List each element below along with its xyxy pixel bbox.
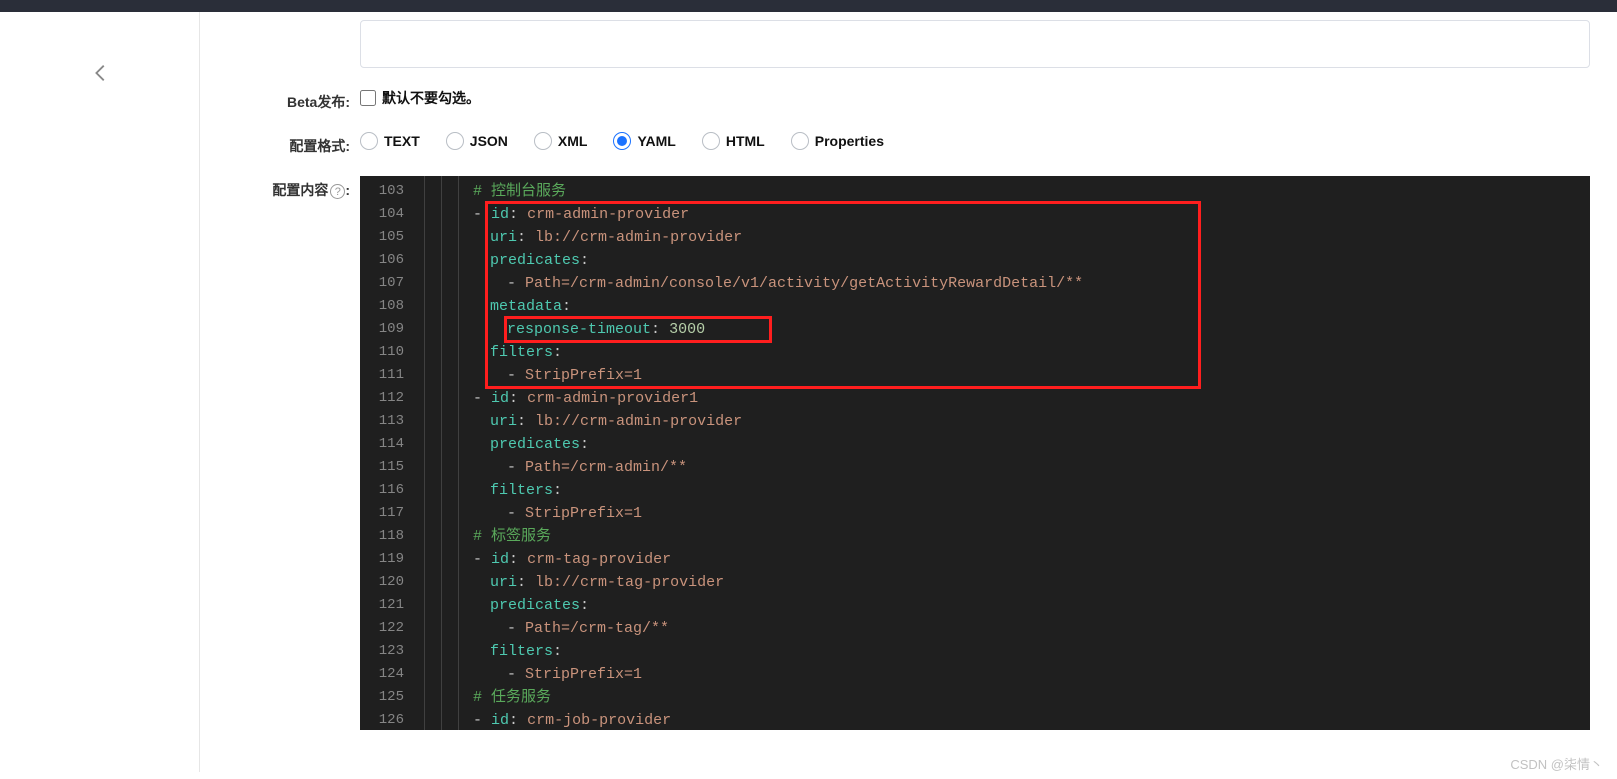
line-number: 116 — [360, 479, 422, 502]
code-line: # 控制台服务 — [422, 180, 1590, 203]
code-line: filters: — [422, 341, 1590, 364]
chevron-left-icon — [90, 62, 112, 84]
format-radio-yaml[interactable]: YAML — [613, 132, 675, 150]
line-number: 107 — [360, 272, 422, 295]
line-number: 106 — [360, 249, 422, 272]
line-number: 120 — [360, 571, 422, 594]
code-line: predicates: — [422, 433, 1590, 456]
line-number: 126 — [360, 709, 422, 730]
code-line: predicates: — [422, 249, 1590, 272]
line-number: 109 — [360, 318, 422, 341]
radio-circle-icon — [360, 132, 378, 150]
code-line: uri: lb://crm-tag-provider — [422, 571, 1590, 594]
code-line: - StripPrefix=1 — [422, 502, 1590, 525]
beta-checkbox-text: 默认不要勾选。 — [382, 88, 480, 108]
row-content: 配置内容?: 103104105106107108109110111112113… — [220, 176, 1617, 730]
line-number: 124 — [360, 663, 422, 686]
code-line: response-timeout: 3000 — [422, 318, 1590, 341]
line-number: 119 — [360, 548, 422, 571]
content-label: 配置内容?: — [220, 176, 360, 200]
code-line: filters: — [422, 640, 1590, 663]
radio-circle-icon — [534, 132, 552, 150]
line-number: 121 — [360, 594, 422, 617]
left-sidebar — [0, 12, 200, 772]
code-line: - Path=/crm-admin/console/v1/activity/ge… — [422, 272, 1590, 295]
code-line: - Path=/crm-admin/** — [422, 456, 1590, 479]
format-radio-json[interactable]: JSON — [446, 132, 508, 150]
window-topbar — [0, 0, 1617, 12]
line-number: 123 — [360, 640, 422, 663]
format-radio-group: TEXT JSON XML YAML HTML Properties — [360, 132, 1617, 150]
radio-circle-icon — [702, 132, 720, 150]
radio-label: YAML — [637, 133, 675, 149]
beta-checkbox[interactable] — [360, 90, 376, 106]
large-text-input[interactable] — [360, 20, 1590, 68]
beta-label: Beta发布: — [220, 88, 360, 112]
line-number: 112 — [360, 387, 422, 410]
format-label: 配置格式: — [220, 132, 360, 156]
line-number-gutter: 1031041051061071081091101111121131141151… — [360, 176, 422, 730]
code-line: metadata: — [422, 295, 1590, 318]
format-radio-html[interactable]: HTML — [702, 132, 765, 150]
help-icon[interactable]: ? — [330, 184, 345, 199]
radio-label: HTML — [726, 133, 765, 149]
line-number: 118 — [360, 525, 422, 548]
code-line: - id: crm-tag-provider — [422, 548, 1590, 571]
code-line: uri: lb://crm-admin-provider — [422, 410, 1590, 433]
code-line: - id: crm-job-provider — [422, 709, 1590, 730]
code-line: - Path=/crm-tag/** — [422, 617, 1590, 640]
row-format: 配置格式: TEXT JSON XML YAML HTML Properties — [220, 132, 1617, 156]
format-radio-properties[interactable]: Properties — [791, 132, 884, 150]
radio-label: Properties — [815, 133, 884, 149]
radio-label: TEXT — [384, 133, 420, 149]
line-number: 117 — [360, 502, 422, 525]
radio-circle-icon — [791, 132, 809, 150]
code-line: filters: — [422, 479, 1590, 502]
code-line: # 标签服务 — [422, 525, 1590, 548]
code-line: - id: crm-admin-provider — [422, 203, 1590, 226]
radio-circle-icon — [446, 132, 464, 150]
line-number: 105 — [360, 226, 422, 249]
back-button[interactable] — [90, 62, 112, 89]
line-number: 108 — [360, 295, 422, 318]
line-number: 122 — [360, 617, 422, 640]
line-number: 115 — [360, 456, 422, 479]
line-number: 103 — [360, 180, 422, 203]
code-line: predicates: — [422, 594, 1590, 617]
code-line: - StripPrefix=1 — [422, 364, 1590, 387]
code-line: uri: lb://crm-admin-provider — [422, 226, 1590, 249]
line-number: 110 — [360, 341, 422, 364]
radio-label: XML — [558, 133, 588, 149]
line-number: 113 — [360, 410, 422, 433]
code-editor[interactable]: 1031041051061071081091101111121131141151… — [360, 176, 1590, 730]
main-form: Beta发布: 默认不要勾选。 配置格式: TEXT JSON XML YAML HTM… — [200, 12, 1617, 772]
line-number: 104 — [360, 203, 422, 226]
line-number: 114 — [360, 433, 422, 456]
beta-checkbox-wrap[interactable]: 默认不要勾选。 — [360, 88, 1617, 108]
code-line: # 任务服务 — [422, 686, 1590, 709]
code-line: - StripPrefix=1 — [422, 663, 1590, 686]
format-radio-xml[interactable]: XML — [534, 132, 588, 150]
watermark: CSDN @柒情丶 — [1510, 754, 1603, 773]
radio-label: JSON — [470, 133, 508, 149]
format-radio-text[interactable]: TEXT — [360, 132, 420, 150]
code-line: - id: crm-admin-provider1 — [422, 387, 1590, 410]
code-body[interactable]: # 控制台服务- id: crm-admin-provideruri: lb:/… — [422, 176, 1590, 730]
line-number: 111 — [360, 364, 422, 387]
radio-circle-icon — [613, 132, 631, 150]
row-beta: Beta发布: 默认不要勾选。 — [220, 88, 1617, 112]
line-number: 125 — [360, 686, 422, 709]
row-text-input — [220, 20, 1617, 68]
